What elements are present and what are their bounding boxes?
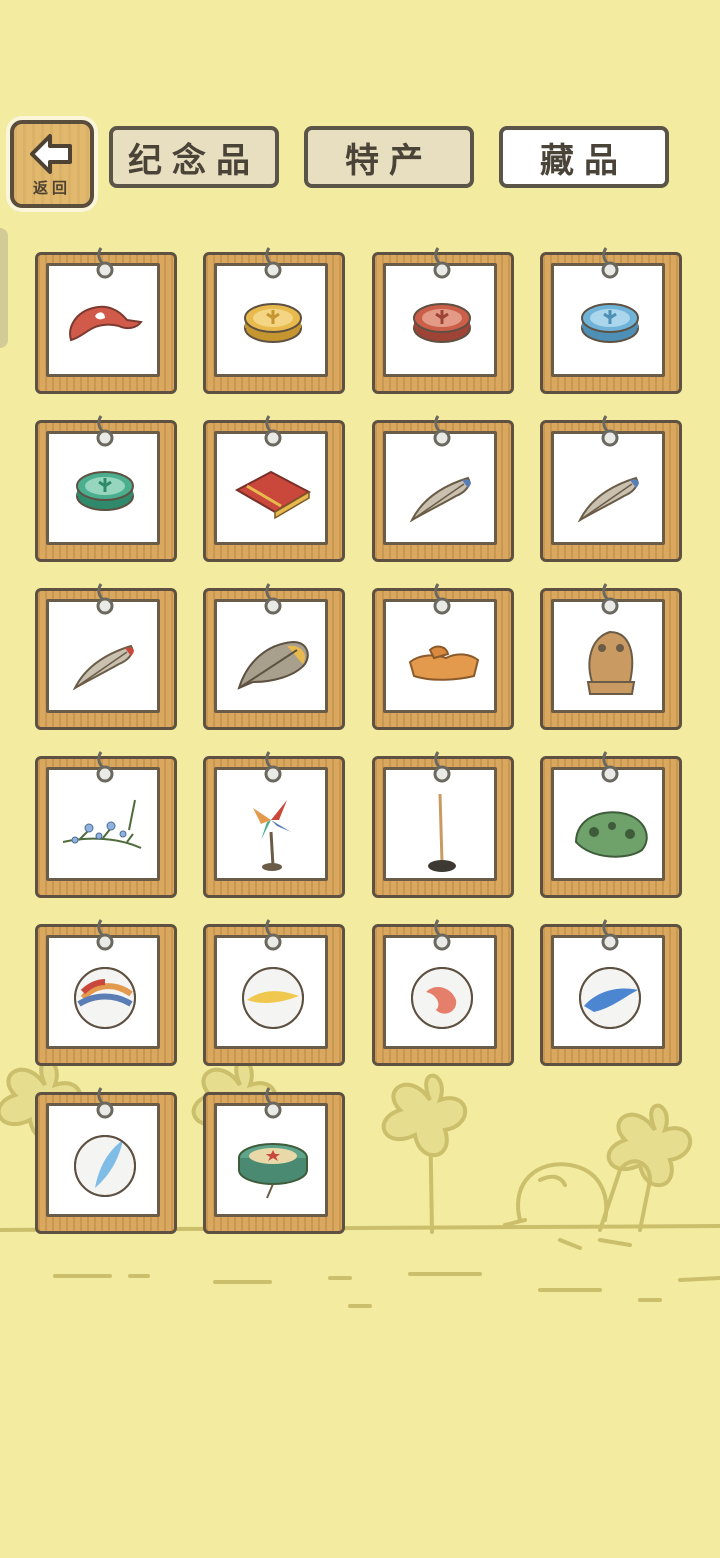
collection-item-card[interactable]: [35, 247, 177, 394]
red-tip-feather-icon: [72, 644, 134, 691]
collection-item-card[interactable]: [540, 919, 682, 1066]
collection-screen: 返回 纪念品 特产 藏品: [0, 0, 720, 1558]
collection-item-card[interactable]: [540, 247, 682, 394]
tab-specialties[interactable]: 特产: [304, 126, 474, 188]
collection-item-card[interactable]: [372, 751, 514, 898]
collection-item-card[interactable]: [35, 583, 177, 730]
golden-feather-icon: [237, 640, 309, 690]
collection-item-card[interactable]: [35, 1087, 177, 1234]
pinwheel-icon: [253, 800, 291, 871]
yellow-clover-coin-icon: [244, 303, 302, 343]
blue-marble-icon: [579, 967, 641, 1029]
collection-item-card[interactable]: [540, 415, 682, 562]
red-rug-icon: [234, 470, 312, 520]
star-drum-icon: [238, 1143, 308, 1199]
tab-collection-label: 藏品: [540, 140, 628, 181]
collection-item-card[interactable]: [372, 583, 514, 730]
back-label: 返回: [32, 179, 71, 197]
tab-souvenirs[interactable]: 纪念品: [109, 126, 279, 188]
stone-frog-statue-icon: [586, 630, 636, 695]
red-frog-hat-icon: [69, 305, 143, 342]
back-button[interactable]: 返回: [10, 120, 94, 208]
tab-specialties-label: 特产: [345, 140, 433, 181]
stick-stand-icon: [428, 793, 456, 872]
collection-item-card[interactable]: [203, 415, 345, 562]
striped-feather-icon: [409, 476, 471, 523]
green-frog-stone-icon: [574, 811, 648, 858]
collection-item-card[interactable]: [372, 247, 514, 394]
tab-souvenirs-label: 纪念品: [128, 140, 260, 181]
collection-item-card[interactable]: [540, 583, 682, 730]
collection-item-card[interactable]: [35, 919, 177, 1066]
light-blue-marble-icon: [74, 1135, 136, 1197]
tab-collection[interactable]: 藏品: [499, 126, 669, 188]
red-clover-coin-icon: [413, 303, 471, 343]
collection-item-card[interactable]: [203, 919, 345, 1066]
yellow-marble-icon: [242, 967, 304, 1029]
collection-item-card[interactable]: [203, 751, 345, 898]
collection-item-card[interactable]: [540, 751, 682, 898]
collection-item-card[interactable]: [203, 1087, 345, 1234]
collection-item-card[interactable]: [203, 583, 345, 730]
blue-clover-coin-icon: [581, 303, 639, 343]
flower-branch-icon: [62, 799, 142, 849]
collection-item-card[interactable]: [372, 919, 514, 1066]
collection-item-card[interactable]: [372, 415, 514, 562]
green-clover-coin-icon: [76, 471, 134, 511]
left-arrow-icon: [30, 134, 72, 174]
rainbow-marble-icon: [74, 967, 136, 1029]
side-drawer-handle[interactable]: [0, 228, 8, 348]
collection-item-card[interactable]: [35, 751, 177, 898]
orange-cloth-icon: [408, 645, 480, 681]
striped-feather-icon: [577, 476, 639, 523]
collection-item-card[interactable]: [203, 247, 345, 394]
collection-item-card[interactable]: [35, 415, 177, 562]
red-marble-icon: [411, 967, 473, 1029]
